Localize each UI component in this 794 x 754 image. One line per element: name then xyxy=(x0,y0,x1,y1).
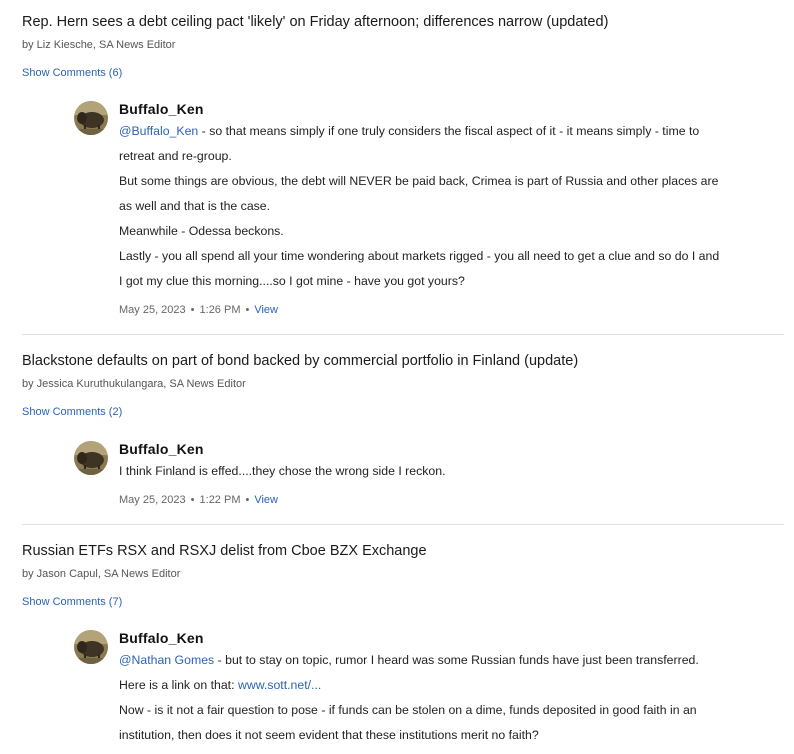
meta-separator: • xyxy=(245,304,250,316)
article-byline: by Jason Capul, SA News Editor xyxy=(22,568,181,580)
comment-line: Meanwhile - Odessa beckons. xyxy=(119,224,284,238)
divider xyxy=(22,334,784,335)
show-comments-link[interactable]: Show Comments (2) xyxy=(22,405,784,419)
comment-line: institution, then does it not seem evide… xyxy=(119,728,539,742)
article-byline: by Jessica Kuruthukulangara, SA News Edi… xyxy=(22,378,246,390)
view-comment-link[interactable]: View xyxy=(254,494,278,506)
comment-time: 1:26 PM xyxy=(199,304,241,316)
show-comments-link[interactable]: Show Comments (7) xyxy=(22,595,784,609)
comment-time: 1:22 PM xyxy=(199,494,241,506)
comment-author[interactable]: Buffalo_Ken xyxy=(119,630,779,646)
buffalo-avatar-icon[interactable] xyxy=(74,441,108,475)
article-1: Rep. Hern sees a debt ceiling pact 'like… xyxy=(22,13,784,80)
comment-body: Buffalo_Ken I think Finland is effed....… xyxy=(119,441,779,507)
meta-separator: • xyxy=(190,304,195,316)
comment-line: retreat and re-group. xyxy=(119,149,232,163)
comment-line: But some things are obvious, the debt wi… xyxy=(119,174,719,188)
comment-meta: May 25, 2023 • 1:22 PM • View xyxy=(119,493,779,507)
divider xyxy=(22,524,784,525)
comment-date: May 25, 2023 xyxy=(119,494,186,506)
comment-line: Here is a link on that: www.sott.net/... xyxy=(119,673,779,698)
article-3: Russian ETFs RSX and RSXJ delist from Cb… xyxy=(22,542,784,609)
show-comments-link[interactable]: Show Comments (6) xyxy=(22,66,784,80)
comment-meta: May 25, 2023 • 1:26 PM • View xyxy=(119,303,779,317)
comment-body: Buffalo_Ken @Buffalo_Ken - so that means… xyxy=(119,101,779,317)
article-title[interactable]: Blackstone defaults on part of bond back… xyxy=(22,352,784,370)
comment-line: @Nathan Gomes - but to stay on topic, ru… xyxy=(119,648,779,673)
comment-text: Here is a link on that: xyxy=(119,678,238,692)
article-2: Blackstone defaults on part of bond back… xyxy=(22,352,784,419)
view-comment-link[interactable]: View xyxy=(254,304,278,316)
meta-separator: • xyxy=(245,494,250,506)
comment-date: May 25, 2023 xyxy=(119,304,186,316)
external-link[interactable]: www.sott.net/... xyxy=(238,678,321,692)
comment-line: Now - is it not a fair question to pose … xyxy=(119,703,697,717)
buffalo-avatar-icon[interactable] xyxy=(74,101,108,135)
comment-line: I think Finland is effed....they chose t… xyxy=(119,464,446,478)
comment-text: - so that means simply if one truly cons… xyxy=(198,124,700,138)
comment-text: - but to stay on topic, rumor I heard wa… xyxy=(214,653,699,667)
comment-author[interactable]: Buffalo_Ken xyxy=(119,101,779,117)
buffalo-avatar-icon[interactable] xyxy=(74,630,108,664)
article-byline: by Liz Kiesche, SA News Editor xyxy=(22,39,176,51)
comment-line: @Buffalo_Ken - so that means simply if o… xyxy=(119,119,779,144)
comment-author[interactable]: Buffalo_Ken xyxy=(119,441,779,457)
comment-body: Buffalo_Ken @Nathan Gomes - but to stay … xyxy=(119,630,779,748)
comment-line: Lastly - you all spend all your time won… xyxy=(119,249,720,263)
article-title[interactable]: Rep. Hern sees a debt ceiling pact 'like… xyxy=(22,13,784,31)
meta-separator: • xyxy=(190,494,195,506)
article-title[interactable]: Russian ETFs RSX and RSXJ delist from Cb… xyxy=(22,542,784,560)
user-mention-link[interactable]: @Nathan Gomes xyxy=(119,653,214,667)
comment-line: as well and that is the case. xyxy=(119,199,271,213)
comment-line: I got my clue this morning....so I got m… xyxy=(119,274,465,288)
user-mention-link[interactable]: @Buffalo_Ken xyxy=(119,124,198,138)
